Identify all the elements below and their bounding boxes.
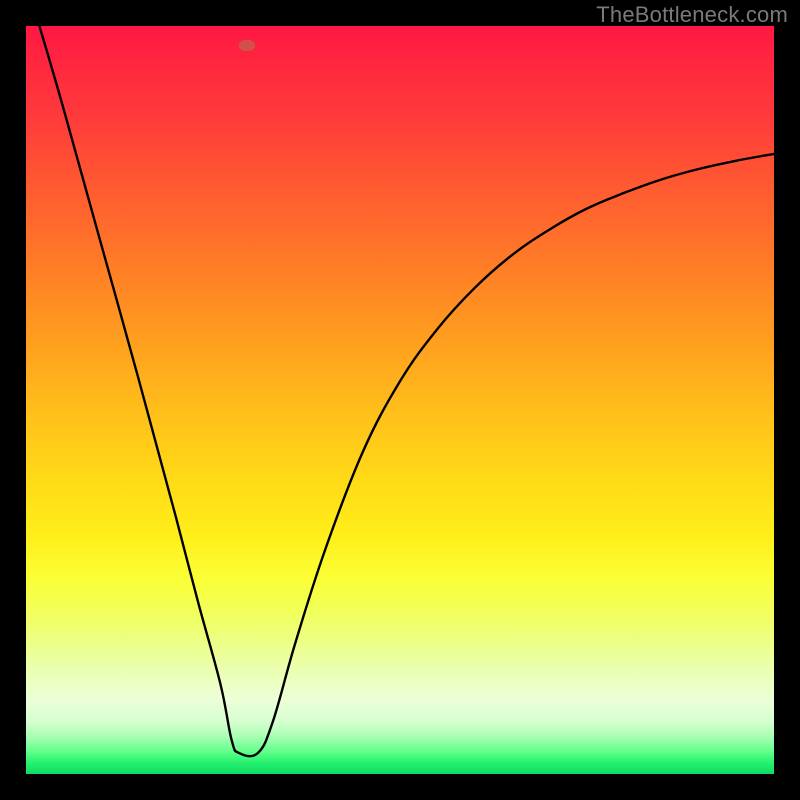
bottleneck-curve: [26, 26, 774, 774]
chart-frame: TheBottleneck.com: [0, 0, 800, 800]
watermark-text: TheBottleneck.com: [596, 2, 788, 28]
plot-area: [26, 26, 774, 774]
minimum-marker: [239, 40, 255, 51]
